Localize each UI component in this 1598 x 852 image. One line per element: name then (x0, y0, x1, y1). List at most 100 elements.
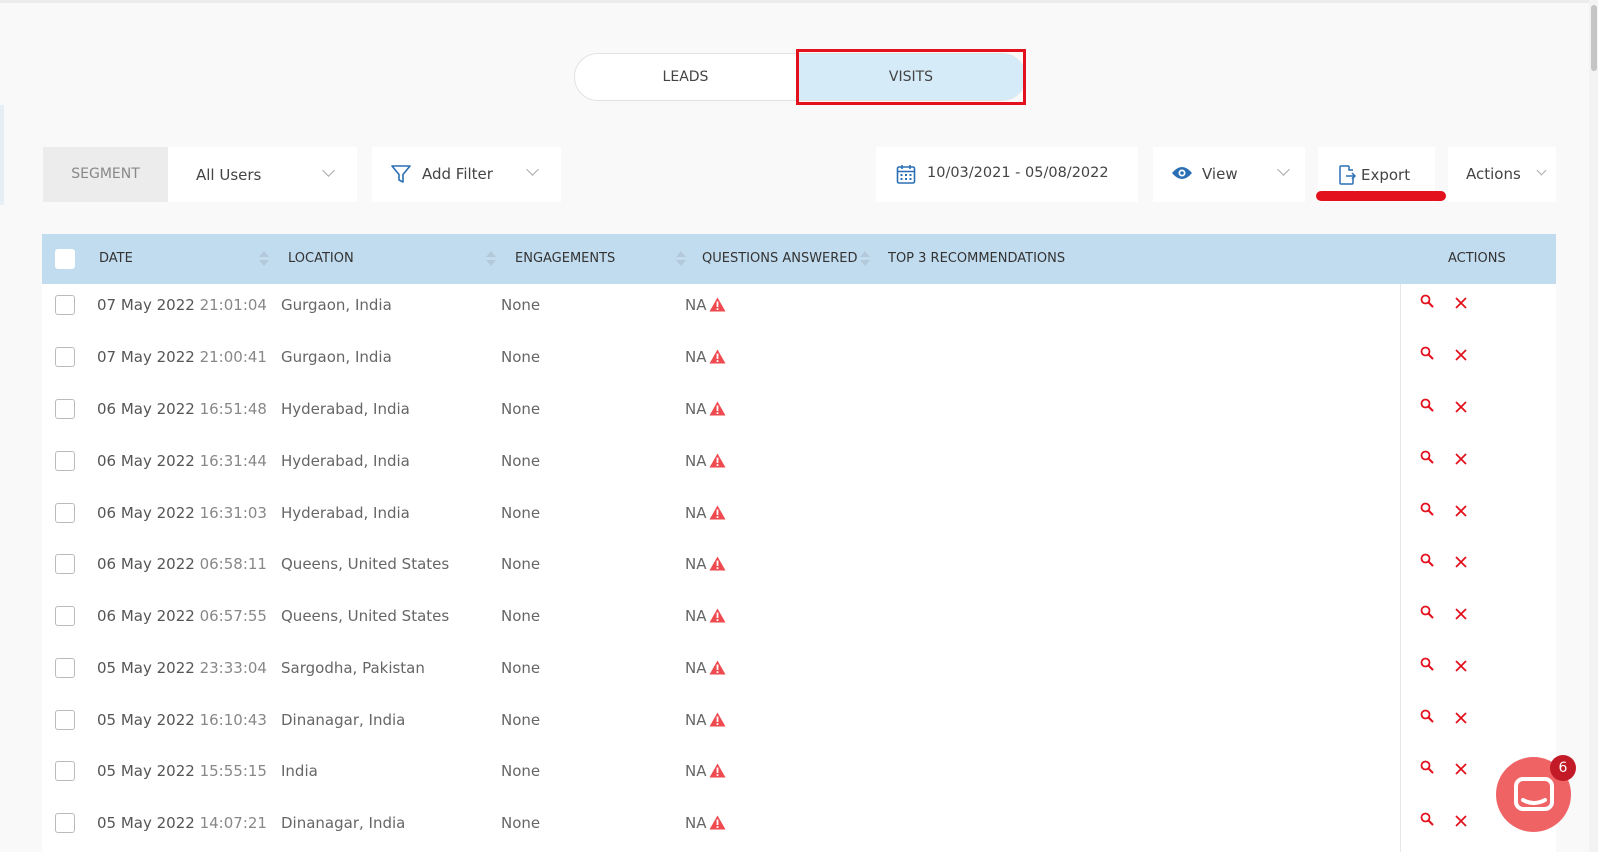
tab-leads[interactable]: LEADS (575, 54, 796, 100)
leads-visits-toggle: LEADS VISITS (574, 53, 1026, 101)
engagements-cell: None (501, 762, 541, 780)
chat-unread-badge: 6 (1550, 755, 1576, 781)
row-checkbox[interactable] (55, 658, 75, 678)
row-checkbox[interactable] (55, 503, 75, 523)
visit-date: 06 May 2022 (97, 504, 195, 522)
location-cell: Gurgaon, India (281, 348, 392, 366)
visit-time: 16:31:03 (199, 504, 267, 522)
row-checkbox[interactable] (55, 554, 75, 574)
tab-visits[interactable]: VISITS (796, 54, 1026, 100)
row-checkbox[interactable] (55, 399, 75, 419)
view-details-search-icon[interactable] (1420, 657, 1434, 675)
column-header-top-3-recommendations: TOP 3 RECOMMENDATIONS (888, 251, 1066, 266)
row-checkbox[interactable] (55, 347, 75, 367)
chevron-down-icon (1277, 163, 1290, 176)
visit-time: 21:01:04 (199, 296, 267, 314)
delete-close-icon[interactable] (1455, 503, 1467, 521)
row-checkbox[interactable] (55, 761, 75, 781)
visit-date: 05 May 2022 (97, 814, 195, 832)
view-button[interactable]: View (1153, 147, 1305, 202)
view-details-search-icon[interactable] (1420, 398, 1434, 416)
warning-icon (709, 763, 726, 778)
row-checkbox[interactable] (55, 451, 75, 471)
column-header-engagements[interactable]: ENGAGEMENTS (515, 251, 615, 266)
visit-time: 14:07:21 (199, 814, 267, 832)
scrollbar[interactable] (1589, 0, 1598, 852)
date-cell: 05 May 2022 23:33:04 (97, 659, 267, 677)
sort-icon[interactable] (486, 251, 496, 267)
delete-close-icon[interactable] (1455, 554, 1467, 572)
export-underline-annotation (1316, 191, 1446, 201)
row-checkbox[interactable] (55, 710, 75, 730)
delete-close-icon[interactable] (1455, 295, 1467, 313)
column-header-location[interactable]: LOCATION (288, 251, 354, 266)
segment-label: SEGMENT (43, 147, 168, 202)
select-all-checkbox[interactable] (55, 249, 75, 269)
visit-time: 16:31:44 (199, 452, 267, 470)
sort-icon[interactable] (860, 251, 870, 267)
view-details-search-icon[interactable] (1420, 502, 1434, 520)
questions-value: NA (685, 607, 707, 625)
column-header-questions-answered[interactable]: QUESTIONS ANSWERED (702, 251, 858, 266)
questions-answered-cell: NA (685, 504, 726, 522)
location-cell: Dinanagar, India (281, 711, 406, 729)
calendar-icon (896, 165, 916, 184)
questions-answered-cell: NA (685, 400, 726, 418)
row-checkbox[interactable] (55, 606, 75, 626)
questions-value: NA (685, 348, 707, 366)
view-details-search-icon[interactable] (1420, 760, 1434, 778)
questions-answered-cell: NA (685, 711, 726, 729)
actions-menu-button[interactable]: Actions (1448, 147, 1556, 202)
scrollbar-thumb[interactable] (1591, 5, 1597, 71)
view-details-search-icon[interactable] (1420, 450, 1434, 468)
date-cell: 06 May 2022 06:57:55 (97, 607, 267, 625)
view-details-search-icon[interactable] (1420, 294, 1434, 312)
view-details-search-icon[interactable] (1420, 346, 1434, 364)
delete-close-icon[interactable] (1455, 658, 1467, 676)
segment-select[interactable]: All Users (168, 147, 357, 202)
delete-close-icon[interactable] (1455, 347, 1467, 365)
delete-close-icon[interactable] (1455, 761, 1467, 779)
visit-date: 07 May 2022 (97, 348, 195, 366)
column-header-date[interactable]: DATE (99, 251, 133, 266)
location-cell: Queens, United States (281, 607, 450, 625)
visit-time: 06:58:11 (199, 555, 267, 573)
date-range-picker[interactable]: 10/03/2021 - 05/08/2022 (876, 147, 1138, 202)
questions-value: NA (685, 400, 707, 418)
view-details-search-icon[interactable] (1420, 709, 1434, 727)
add-filter-button[interactable]: Add Filter (372, 147, 561, 202)
table-row: 06 May 2022 06:57:55 Queens, United State… (42, 595, 1556, 647)
questions-value: NA (685, 555, 707, 573)
questions-value: NA (685, 762, 707, 780)
warning-icon (709, 453, 726, 468)
warning-icon (709, 712, 726, 727)
questions-value: NA (685, 814, 707, 832)
view-label: View (1202, 165, 1238, 183)
engagements-cell: None (501, 504, 541, 522)
delete-close-icon[interactable] (1455, 710, 1467, 728)
filter-icon (391, 165, 411, 183)
sort-icon[interactable] (676, 251, 686, 267)
questions-answered-cell: NA (685, 607, 726, 625)
delete-close-icon[interactable] (1455, 606, 1467, 624)
location-cell: Gurgaon, India (281, 296, 392, 314)
view-details-search-icon[interactable] (1420, 553, 1434, 571)
warning-icon (709, 349, 726, 364)
questions-value: NA (685, 296, 707, 314)
delete-close-icon[interactable] (1455, 399, 1467, 417)
delete-close-icon[interactable] (1455, 451, 1467, 469)
row-checkbox[interactable] (55, 295, 75, 315)
row-checkbox[interactable] (55, 813, 75, 833)
column-header-actions: ACTIONS (1448, 251, 1506, 266)
warning-icon (709, 505, 726, 520)
warning-icon (709, 401, 726, 416)
location-cell: Hyderabad, India (281, 504, 410, 522)
engagements-cell: None (501, 400, 541, 418)
delete-close-icon[interactable] (1455, 813, 1467, 831)
table-row: 05 May 2022 23:33:04 Sargodha, Pakistan No… (42, 647, 1556, 699)
view-details-search-icon[interactable] (1420, 812, 1434, 830)
view-details-search-icon[interactable] (1420, 605, 1434, 623)
sort-icon[interactable] (259, 251, 269, 267)
location-cell: Hyderabad, India (281, 452, 410, 470)
visit-time: 06:57:55 (199, 607, 267, 625)
